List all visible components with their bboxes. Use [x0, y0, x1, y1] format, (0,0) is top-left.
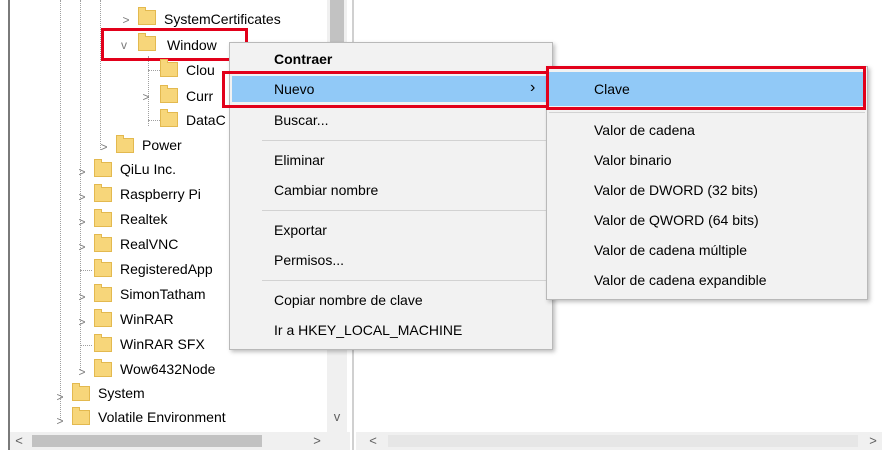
menu-item-buscar[interactable]: Buscar...	[274, 111, 328, 129]
expand-chevron-icon[interactable]: >	[76, 165, 88, 179]
folder-icon	[94, 259, 112, 277]
expand-chevron-icon[interactable]: >	[54, 414, 66, 428]
tree-item-systemcertificates[interactable]: SystemCertificates	[164, 10, 281, 28]
expand-chevron-icon[interactable]: >	[76, 290, 88, 304]
expand-chevron-icon[interactable]: >	[98, 140, 110, 154]
tree-item-datac[interactable]: DataC	[186, 111, 226, 129]
folder-icon	[94, 359, 112, 377]
expand-chevron-icon[interactable]: >	[54, 390, 66, 404]
expand-chevron-icon[interactable]: >	[140, 90, 152, 104]
expand-chevron-icon[interactable]: >	[76, 215, 88, 229]
tree-item-realtek[interactable]: Realtek	[120, 210, 167, 228]
submenu-item-valor-binario[interactable]: Valor binario	[594, 151, 672, 169]
tree-item-system[interactable]: System	[98, 384, 145, 402]
submenu-item-valor-qword[interactable]: Valor de QWORD (64 bits)	[594, 211, 759, 229]
menu-item-permisos[interactable]: Permisos...	[274, 251, 344, 269]
menu-separator	[549, 112, 865, 113]
folder-icon	[160, 59, 178, 77]
menu-item-exportar[interactable]: Exportar	[274, 221, 327, 239]
folder-icon	[94, 209, 112, 227]
annotation-box-window	[101, 28, 248, 61]
tree-item-simontatham[interactable]: SimonTatham	[120, 285, 206, 303]
tree-guide-line	[148, 70, 160, 71]
tree-item-power[interactable]: Power	[142, 136, 182, 154]
folder-icon	[160, 85, 178, 103]
expand-chevron-icon[interactable]: >	[76, 240, 88, 254]
menu-separator	[262, 210, 548, 211]
tree-horizontal-scroll-thumb[interactable]	[32, 435, 262, 447]
tree-item-registeredapp[interactable]: RegisteredApp	[120, 260, 213, 278]
values-horizontal-scrollbar[interactable]: < >	[356, 432, 882, 450]
expand-chevron-icon[interactable]: >	[76, 315, 88, 329]
tree-item-qilu[interactable]: QiLu Inc.	[120, 160, 176, 178]
menu-item-cambiar-nombre[interactable]: Cambiar nombre	[274, 181, 378, 199]
tree-guide-line	[100, 0, 101, 150]
folder-icon	[160, 109, 178, 127]
folder-icon	[116, 135, 134, 153]
scroll-down-arrow-icon[interactable]: v	[327, 408, 347, 426]
folder-icon	[94, 159, 112, 177]
expand-chevron-icon[interactable]: >	[76, 365, 88, 379]
annotation-box-clave	[546, 66, 866, 110]
submenu-item-valor-de-cadena-expandible[interactable]: Valor de cadena expandible	[594, 271, 767, 289]
menu-item-ir-a-hklm[interactable]: Ir a HKEY_LOCAL_MACHINE	[274, 321, 462, 339]
tree-guide-line	[80, 270, 92, 271]
menu-item-copiar-nombre-de-clave[interactable]: Copiar nombre de clave	[274, 291, 423, 309]
scroll-left-arrow-icon[interactable]: <	[10, 432, 28, 450]
menu-item-eliminar[interactable]: Eliminar	[274, 151, 325, 169]
scroll-left-arrow-icon[interactable]: <	[364, 432, 382, 450]
values-horizontal-scroll-thumb[interactable]	[388, 435, 858, 447]
scroll-right-arrow-icon[interactable]: >	[864, 432, 882, 450]
submenu-item-valor-dword[interactable]: Valor de DWORD (32 bits)	[594, 181, 758, 199]
scroll-right-arrow-icon[interactable]: >	[308, 432, 326, 450]
tree-guide-line	[80, 345, 92, 346]
tree-guide-line	[148, 120, 160, 121]
folder-icon	[138, 7, 156, 25]
tree-item-current[interactable]: Curr	[186, 87, 213, 105]
folder-icon	[94, 184, 112, 202]
tree-item-cloud[interactable]: Clou	[186, 61, 215, 79]
submenu-item-valor-de-cadena[interactable]: Valor de cadena	[594, 121, 695, 139]
folder-icon	[94, 284, 112, 302]
annotation-box-nuevo	[222, 71, 550, 108]
menu-item-contraer[interactable]: Contraer	[274, 50, 332, 68]
tree-item-volatile-environment[interactable]: Volatile Environment	[98, 408, 226, 426]
submenu-item-valor-de-cadena-multiple[interactable]: Valor de cadena múltiple	[594, 241, 747, 259]
tree-item-wow6432node[interactable]: Wow6432Node	[120, 360, 215, 378]
tree-item-winrar[interactable]: WinRAR	[120, 310, 174, 328]
menu-separator	[262, 280, 548, 281]
folder-icon	[72, 407, 90, 425]
folder-icon	[72, 383, 90, 401]
tree-item-raspberry-pi[interactable]: Raspberry Pi	[120, 185, 201, 203]
folder-icon	[94, 234, 112, 252]
folder-icon	[94, 309, 112, 327]
expand-chevron-icon[interactable]: >	[76, 190, 88, 204]
menu-separator	[262, 140, 548, 141]
tree-guide-line	[60, 0, 61, 420]
tree-item-winrar-sfx[interactable]: WinRAR SFX	[120, 335, 205, 353]
expand-chevron-icon[interactable]: >	[120, 13, 132, 27]
tree-horizontal-scrollbar[interactable]: < >	[10, 432, 350, 450]
tree-item-realvnc[interactable]: RealVNC	[120, 235, 178, 253]
folder-icon	[94, 334, 112, 352]
